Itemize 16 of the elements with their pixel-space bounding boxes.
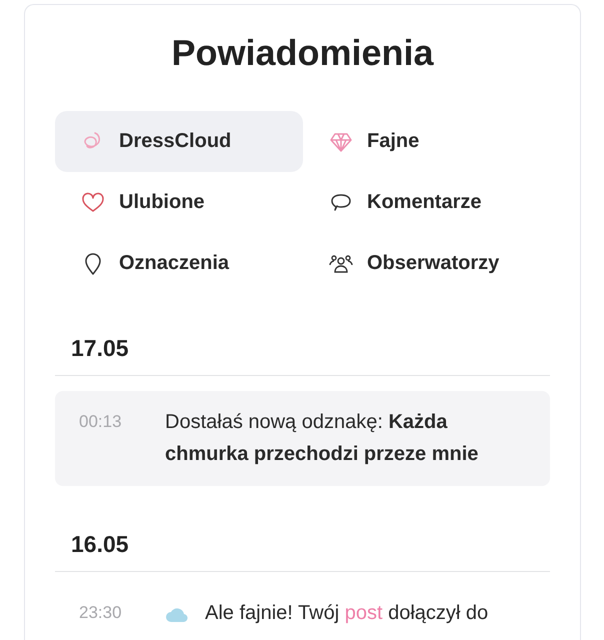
filter-tab[interactable]: Obserwatorzy [303,233,551,294]
filter-tab[interactable]: Fajne [303,111,551,172]
filter-tab[interactable]: DressCloud [55,111,303,172]
date-heading: 16.05 [70,530,130,558]
page-title: Powiadomienia [170,31,435,75]
notification-text: Dostałaś nową odznakę: Każda chmurka przechodzi przeze mnie [165,410,480,467]
heart-icon [81,190,105,214]
notification-item[interactable]: 00:13 Dostałaś nową odznakę: Każda chmurka przechodzi przeze mnie [55,391,550,486]
filter-tab[interactable]: Oznaczenia [55,233,303,294]
filter-tab[interactable]: Ulubione [55,172,303,233]
notification-time: 00:13 [79,411,123,433]
notification-time: 23:30 [79,602,123,624]
notification-text: Ale fajnie! Twój post dołączył do [205,601,488,626]
filter-tab[interactable]: Komentarze [303,172,551,233]
notification-item[interactable]: 23:30 Ale fajnie! Twój post dołączył do [55,582,550,640]
date-heading: 17.05 [70,334,130,362]
